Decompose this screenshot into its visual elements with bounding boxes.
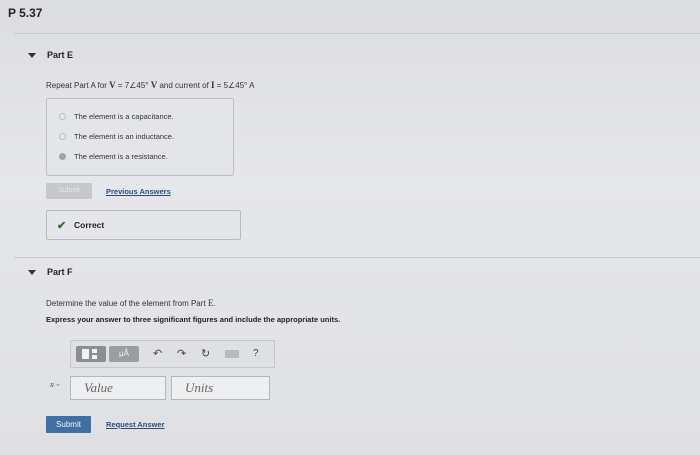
keyboard-icon[interactable] bbox=[225, 350, 239, 358]
correct-label: Correct bbox=[74, 220, 105, 230]
part-f-label[interactable]: Part F bbox=[47, 267, 73, 277]
part-f-question: Determine the value of the element from … bbox=[46, 298, 216, 308]
units-input[interactable]: Units bbox=[171, 376, 270, 400]
correct-feedback: ✔ Correct bbox=[46, 210, 241, 240]
problem-title: P 5.37 bbox=[8, 6, 43, 20]
radio-selected-icon[interactable] bbox=[59, 153, 66, 160]
part-e-label[interactable]: Part E bbox=[47, 50, 73, 60]
undo-icon[interactable]: ↶ bbox=[153, 346, 162, 362]
radio-icon[interactable] bbox=[59, 133, 66, 140]
redo-icon[interactable]: ↷ bbox=[177, 346, 186, 362]
choices-box: The element is a capacitance. The elemen… bbox=[46, 98, 234, 176]
checkmark-icon: ✔ bbox=[57, 220, 67, 232]
previous-answers-link[interactable]: Previous Answers bbox=[106, 187, 171, 196]
submit-button-disabled: Submit bbox=[46, 183, 92, 199]
choice-capacitance[interactable]: The element is a capacitance. bbox=[59, 112, 174, 121]
help-icon[interactable]: ? bbox=[253, 346, 259, 362]
value-input[interactable]: Value bbox=[70, 376, 166, 400]
divider bbox=[14, 257, 700, 258]
divider bbox=[14, 33, 700, 34]
variable-label: R = bbox=[50, 382, 60, 389]
part-f-instruction: Express your answer to three significant… bbox=[46, 315, 341, 324]
collapse-caret-icon[interactable] bbox=[28, 53, 36, 58]
units-symbol-button[interactable]: μÅ bbox=[109, 346, 139, 362]
math-toolbar: μÅ ↶ ↷ ↻ ? bbox=[70, 340, 275, 368]
choice-resistance[interactable]: The element is a resistance. bbox=[59, 152, 168, 161]
templates-icon[interactable] bbox=[76, 346, 106, 362]
collapse-caret-icon[interactable] bbox=[28, 270, 36, 275]
radio-icon[interactable] bbox=[59, 113, 66, 120]
part-e-question: Repeat Part A for V = 7∠45° V and curren… bbox=[46, 80, 255, 90]
choice-inductance[interactable]: The element is an inductance. bbox=[59, 132, 174, 141]
reset-icon[interactable]: ↻ bbox=[201, 346, 210, 362]
submit-button[interactable]: Submit bbox=[46, 416, 91, 433]
request-answer-link[interactable]: Request Answer bbox=[106, 420, 165, 429]
